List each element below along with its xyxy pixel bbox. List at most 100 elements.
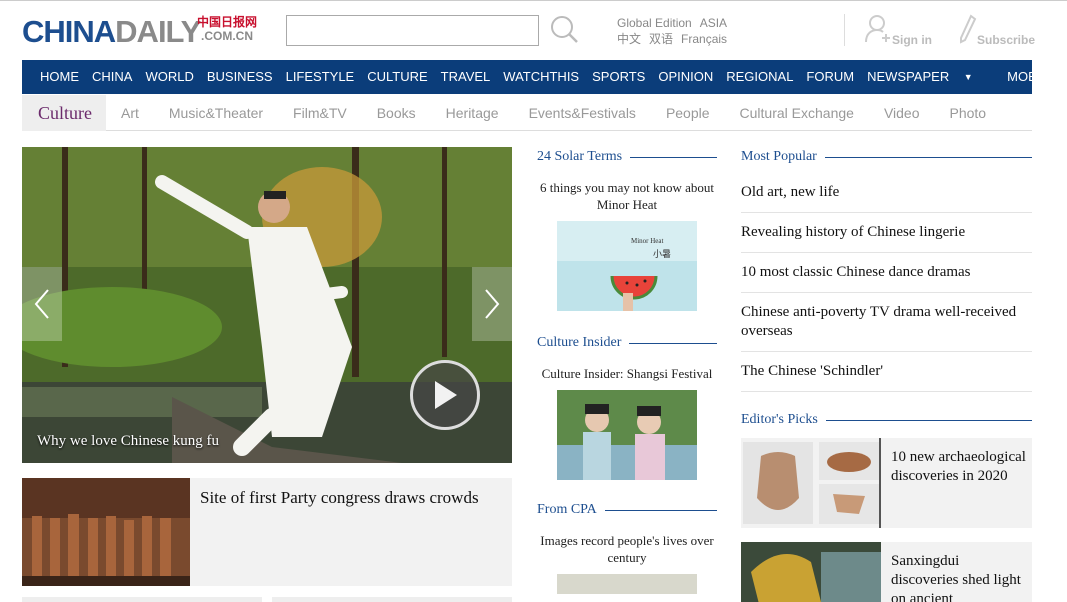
- subnav-video[interactable]: Video: [869, 105, 935, 121]
- section-rule: [824, 156, 1032, 158]
- section-heading: Most Popular: [741, 149, 817, 164]
- section-heading: From CPA: [537, 502, 597, 517]
- edition-links: Global Edition ASIA 中文 双语 Français: [617, 15, 735, 47]
- nav-lifestyle[interactable]: LIFESTYLE: [279, 60, 361, 94]
- logo-cn-text: 中国日报网: [196, 15, 257, 29]
- subnav-art[interactable]: Art: [106, 105, 154, 121]
- nav-business[interactable]: BUSINESS: [200, 60, 279, 94]
- cpa-image[interactable]: [557, 574, 697, 594]
- subnav-film-tv[interactable]: Film&TV: [278, 105, 362, 121]
- logo-daily: DAILY: [115, 14, 201, 49]
- logo-china: CHINA: [22, 14, 116, 49]
- nav-sports[interactable]: SPORTS: [586, 60, 652, 94]
- site-logo[interactable]: CHINA DAILY: [22, 14, 201, 49]
- header-divider: [844, 14, 845, 46]
- logo-domain-text: .COM.CN: [201, 29, 253, 43]
- section-culture-insider[interactable]: Culture Insider: [537, 333, 717, 353]
- subnav-music-theater[interactable]: Music&Theater: [154, 105, 278, 121]
- list-item[interactable]: Chinese anti-poverty TV drama well-recei…: [741, 293, 1032, 352]
- play-icon: [435, 381, 457, 409]
- list-item[interactable]: The Chinese 'Schindler': [741, 352, 1032, 392]
- minor-heat-en: Minor Heat: [631, 237, 664, 245]
- pick-image: [741, 542, 881, 602]
- chevron-right-icon: [485, 289, 500, 319]
- section-heading: 24 Solar Terms: [537, 149, 623, 164]
- nav-china[interactable]: CHINA: [86, 60, 139, 94]
- section-editors-picks[interactable]: Editor's Picks: [741, 410, 1032, 430]
- mid-item-title[interactable]: Images record people's lives over centur…: [537, 532, 717, 566]
- section-heading: Culture Insider: [537, 335, 622, 350]
- list-item[interactable]: Revealing history of Chinese lingerie: [741, 213, 1032, 253]
- edition-global[interactable]: Global Edition: [617, 16, 692, 30]
- pick-card[interactable]: Sanxingdui discoveries shed light on anc…: [741, 542, 1032, 602]
- minor-heat-image[interactable]: Minor Heat 小暑: [557, 221, 697, 311]
- story-title[interactable]: Site of first Party congress draws crowd…: [200, 488, 479, 508]
- story-card[interactable]: Site of first Party congress draws crowd…: [22, 478, 512, 586]
- subnav-culture-current[interactable]: Culture: [22, 94, 106, 131]
- section-rule: [825, 419, 1032, 421]
- section-solar-terms[interactable]: 24 Solar Terms: [537, 147, 717, 167]
- edition-chinese[interactable]: 中文: [617, 32, 641, 46]
- middle-column: 24 Solar Terms 6 things you may not know…: [537, 147, 717, 594]
- chevron-left-icon: [34, 289, 49, 319]
- pick-card[interactable]: 10 new archaeological discoveries in 202…: [741, 438, 1032, 528]
- pick-title[interactable]: 10 new archaeological discoveries in 202…: [891, 448, 1027, 486]
- edition-row-2: 中文 双语 Français: [617, 31, 735, 47]
- nav-culture[interactable]: CULTURE: [361, 60, 434, 94]
- hero-next-button[interactable]: [472, 267, 512, 341]
- hero-prev-button[interactable]: [22, 267, 62, 341]
- hero-slider[interactable]: Why we love Chinese kung fu: [22, 147, 512, 463]
- edition-asia[interactable]: ASIA: [700, 16, 727, 30]
- shangsi-festival-image[interactable]: [557, 390, 697, 480]
- right-column: Most Popular Old art, new life Revealing…: [741, 147, 1032, 602]
- sign-in-label: Sign in: [892, 33, 932, 47]
- sign-in-button[interactable]: Sign in: [864, 14, 932, 47]
- subnav-books[interactable]: Books: [362, 105, 431, 121]
- nav-regional[interactable]: REGIONAL: [720, 60, 800, 94]
- user-icon: [864, 14, 892, 47]
- nav-newspaper[interactable]: NEWSPAPER: [861, 60, 956, 94]
- nav-watchthis[interactable]: WATCHTHIS: [497, 60, 586, 94]
- nav-opinion[interactable]: OPINION: [652, 60, 720, 94]
- caret-down-icon[interactable]: ▼: [964, 72, 973, 82]
- section-from-cpa[interactable]: From CPA: [537, 500, 717, 520]
- search-icon[interactable]: [549, 14, 579, 44]
- most-popular-list: Old art, new life Revealing history of C…: [741, 173, 1032, 392]
- edition-bilingual[interactable]: 双语: [649, 32, 673, 46]
- section-rule: [630, 156, 717, 158]
- subnav-heritage[interactable]: Heritage: [431, 105, 514, 121]
- list-item[interactable]: Old art, new life: [741, 173, 1032, 213]
- nav-home[interactable]: HOME: [22, 60, 86, 94]
- section-rule: [629, 342, 717, 344]
- subnav-cultural-exchange[interactable]: Cultural Exchange: [725, 105, 869, 121]
- mid-item-title[interactable]: 6 things you may not know about Minor He…: [537, 179, 717, 213]
- mid-item-title[interactable]: Culture Insider: Shangsi Festival: [537, 365, 717, 382]
- section-rule: [604, 509, 717, 511]
- main-nav: HOME CHINA WORLD BUSINESS LIFESTYLE CULT…: [22, 60, 1056, 94]
- nav-travel[interactable]: TRAVEL: [434, 60, 497, 94]
- story-image: [22, 478, 190, 586]
- edition-row-1: Global Edition ASIA: [617, 15, 735, 31]
- hero-caption[interactable]: Why we love Chinese kung fu: [37, 433, 219, 450]
- nav-mobile[interactable]: MOBILE: [1001, 60, 1067, 94]
- nav-world[interactable]: WORLD: [139, 60, 200, 94]
- section-most-popular[interactable]: Most Popular: [741, 147, 1032, 167]
- subscribe-label: Subscribe: [977, 33, 1036, 47]
- top-border: [0, 0, 1067, 1]
- subnav-events-festivals[interactable]: Events&Festivals: [514, 105, 651, 121]
- play-button[interactable]: [410, 360, 480, 430]
- culture-subnav: Culture Art Music&Theater Film&TV Books …: [22, 94, 1032, 131]
- pick-title[interactable]: Sanxingdui discoveries shed light on anc…: [891, 552, 1027, 602]
- list-item[interactable]: 10 most classic Chinese dance dramas: [741, 253, 1032, 293]
- subnav-photo[interactable]: Photo: [935, 105, 1002, 121]
- minor-heat-cn: 小暑: [653, 249, 671, 260]
- nav-forum[interactable]: FORUM: [800, 60, 861, 94]
- search-input[interactable]: [286, 15, 539, 46]
- pick-image: [741, 438, 881, 528]
- next-card-peek-b: [272, 597, 512, 602]
- edition-french[interactable]: Français: [681, 32, 727, 46]
- subscribe-button[interactable]: Subscribe: [959, 14, 1035, 47]
- section-heading: Editor's Picks: [741, 412, 818, 427]
- subnav-people[interactable]: People: [651, 105, 725, 121]
- pen-icon: [959, 14, 977, 47]
